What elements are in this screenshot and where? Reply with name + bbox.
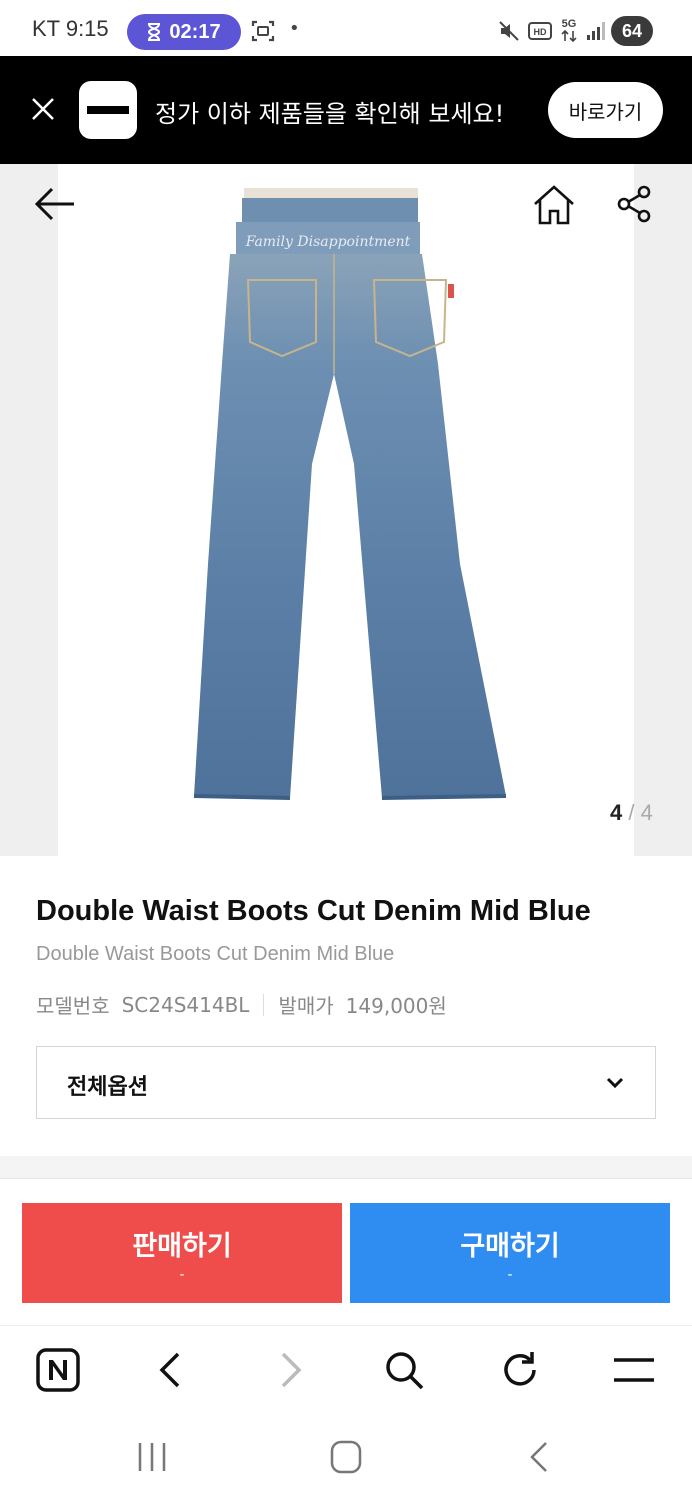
app-logo <box>79 81 137 139</box>
sell-button-price: - <box>179 1266 185 1283</box>
model-number-value: SC24S414BL <box>121 992 250 1017</box>
product-title: Double Waist Boots Cut Denim Mid Blue <box>36 895 591 927</box>
timer-pill: 02:17 <box>127 14 241 50</box>
option-select[interactable]: 전체옵션 <box>36 1046 656 1119</box>
divider-line <box>0 1178 692 1179</box>
timer-text: 02:17 <box>169 20 221 43</box>
carrier-time: KT 9:15 <box>32 16 109 41</box>
model-number-label: 모델번호 <box>36 994 110 1018</box>
screen-record-icon <box>251 20 275 42</box>
release-price-value: 149,000원 <box>345 994 447 1018</box>
arrow-left-icon[interactable] <box>34 186 76 222</box>
svg-text:5G: 5G <box>562 18 577 30</box>
image-counter-separator: / <box>622 800 641 825</box>
go-button[interactable]: 바로가기 <box>548 82 663 138</box>
buy-button-label: 구매하기 <box>460 1230 560 1262</box>
section-divider <box>0 1156 692 1178</box>
sell-button-label: 판매하기 <box>132 1230 232 1262</box>
close-icon[interactable] <box>30 96 56 122</box>
chevron-down-icon <box>606 1077 624 1089</box>
sell-button[interactable]: 판매하기 - <box>22 1203 342 1303</box>
mute-icon <box>499 21 519 41</box>
home-icon[interactable] <box>532 184 576 226</box>
buy-button-price: - <box>507 1266 513 1283</box>
browser-toolbar <box>0 1325 692 1417</box>
refresh-icon[interactable] <box>496 1346 544 1394</box>
image-counter-current: 4 <box>610 800 623 825</box>
product-image-frame: Family Disappointment <box>58 164 634 856</box>
chevron-right-icon[interactable] <box>265 1346 313 1394</box>
banner-text: 정가 이하 제품들을 확인해 보세요! <box>155 100 505 128</box>
svg-text:HD: HD <box>534 27 547 37</box>
status-dot: • <box>289 18 300 39</box>
buy-button[interactable]: 구매하기 - <box>350 1203 670 1303</box>
home-button-icon[interactable] <box>324 1437 368 1477</box>
hd-icon: HD <box>528 22 552 40</box>
product-subtitle: Double Waist Boots Cut Denim Mid Blue <box>36 943 395 965</box>
hourglass-icon <box>148 23 161 41</box>
status-bar: KT 9:15 02:17 • HD 5G 64 <box>0 0 692 56</box>
share-icon[interactable] <box>615 184 655 224</box>
svg-text:Family Disappointment: Family Disappointment <box>245 234 411 250</box>
back-icon[interactable] <box>518 1437 562 1477</box>
option-label: 전체옵션 <box>67 1075 148 1100</box>
chevron-left-icon[interactable] <box>148 1346 196 1394</box>
recent-apps-icon[interactable] <box>130 1437 174 1477</box>
image-counter-total: 4 <box>640 800 653 825</box>
promo-banner: 정가 이하 제품들을 확인해 보세요! 바로가기 <box>0 56 692 164</box>
menu-icon[interactable] <box>610 1346 658 1394</box>
naver-n-icon[interactable] <box>34 1346 82 1394</box>
battery-indicator: 64 <box>611 16 653 46</box>
product-meta: 모델번호 SC24S414BL 발매가 149,000원 <box>36 990 447 1019</box>
meta-divider <box>263 993 265 1016</box>
signal-icon <box>587 22 605 40</box>
search-icon[interactable] <box>380 1346 428 1394</box>
image-counter: 4 / 4 <box>610 800 653 826</box>
product-gallery[interactable]: Family Disappointment <box>0 164 692 856</box>
release-price-label: 발매가 <box>278 994 334 1018</box>
system-nav-bar <box>0 1417 692 1500</box>
product-image: Family Disappointment <box>193 188 507 800</box>
5g-icon: 5G <box>561 18 577 43</box>
